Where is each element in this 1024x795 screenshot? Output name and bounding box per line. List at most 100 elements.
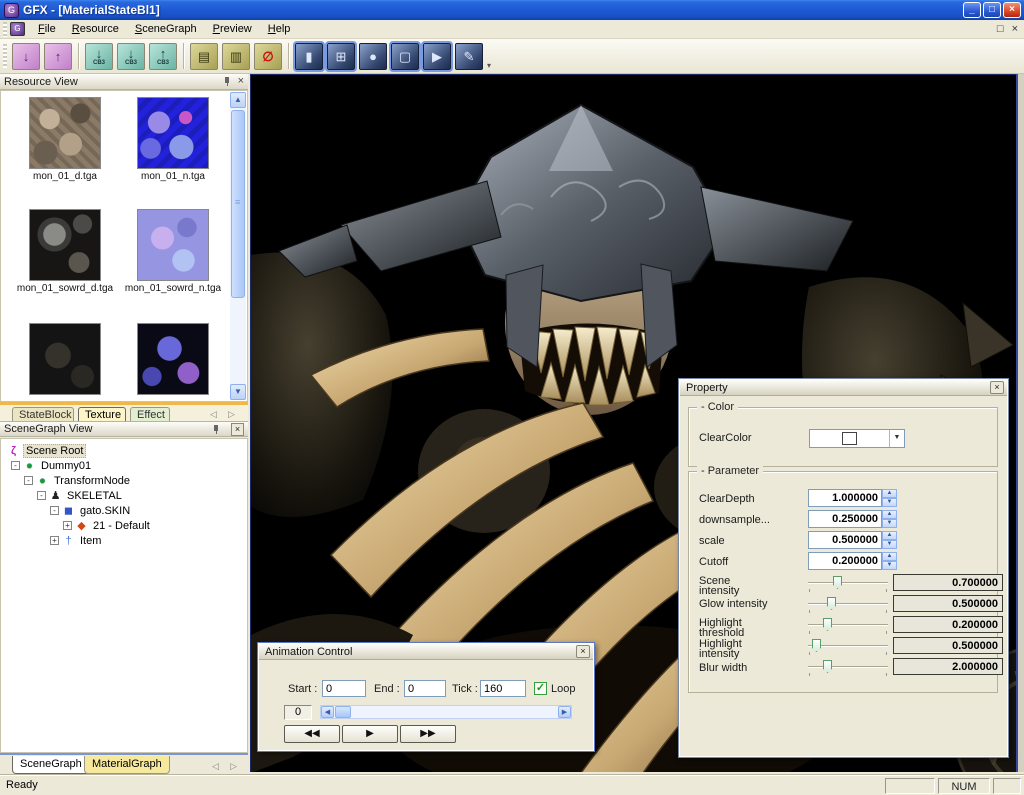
texture-thumbnail[interactable]	[137, 97, 209, 169]
tab-scenegraph[interactable]: SceneGraph	[12, 756, 90, 774]
highlight-threshold-slider[interactable]	[808, 618, 888, 632]
scrollbar-thumb[interactable]	[231, 110, 245, 298]
glow-intensity-slider[interactable]	[808, 597, 888, 611]
export-resource-button[interactable]: ↑	[44, 43, 72, 70]
texture-item[interactable]: mon_01_sowrd_n.tga	[121, 209, 225, 294]
end-input[interactable]: 0	[404, 680, 446, 697]
animation-title-bar[interactable]: Animation Control ×	[259, 644, 593, 660]
timeline-scrollbar[interactable]: ◀ ▶	[320, 705, 572, 719]
mdi-close-button[interactable]: ×	[1012, 23, 1018, 35]
texture-thumbnail[interactable]	[137, 323, 209, 395]
scroll-left-icon[interactable]: ◀	[321, 706, 334, 718]
property-title-bar[interactable]: Property ×	[680, 380, 1007, 396]
texture-item[interactable]	[121, 323, 225, 395]
spin-up-icon[interactable]: ▲	[882, 531, 897, 540]
tree-node-21-default[interactable]: + ◆ 21 - Default	[1, 518, 247, 533]
view-hierarchy-button[interactable]: ⊞	[327, 43, 355, 70]
slider-thumb[interactable]	[833, 576, 842, 589]
view-pen-button[interactable]: ✎	[455, 43, 483, 70]
scenegraph-view-close-button[interactable]: ×	[231, 423, 244, 436]
property-close-button[interactable]: ×	[990, 381, 1004, 394]
collapse-icon[interactable]: -	[24, 476, 33, 485]
texture-item[interactable]: mon_01_n.tga	[121, 97, 225, 182]
resource-doc-button[interactable]: ▤	[190, 43, 218, 70]
spin-down-icon[interactable]: ▼	[882, 519, 897, 528]
animation-close-button[interactable]: ×	[576, 645, 590, 658]
play-button[interactable]: ▶	[342, 725, 398, 743]
texture-thumbnail[interactable]	[29, 97, 101, 169]
expand-icon[interactable]: +	[63, 521, 72, 530]
resource-scrollbar[interactable]: ▲ ▼	[230, 92, 246, 400]
cleardepth-spinner[interactable]: 1.000000 ▲▼	[808, 489, 897, 507]
cb3-open-button[interactable]: ↓CB3	[85, 43, 113, 70]
texture-thumbnail[interactable]	[29, 209, 101, 281]
texture-thumbnail[interactable]	[137, 209, 209, 281]
scroll-right-icon[interactable]: ▶	[558, 706, 571, 718]
tree-node-gato-skin[interactable]: - ◼ gato.SKIN	[1, 503, 247, 518]
scale-spinner[interactable]: 0.500000 ▲▼	[808, 531, 897, 549]
tab-nav-right-icon[interactable]: ▷	[230, 761, 237, 772]
resource-doc-list-button[interactable]: ▥	[222, 43, 250, 70]
collapse-icon[interactable]: -	[11, 461, 20, 470]
scroll-down-icon[interactable]: ▼	[230, 384, 246, 400]
mdi-restore-button[interactable]: □	[997, 23, 1004, 35]
resource-disable-button[interactable]: ∅	[254, 43, 282, 70]
blur-width-slider[interactable]	[808, 660, 888, 674]
fast-forward-button[interactable]: ▶▶	[400, 725, 456, 743]
clearcolor-dropdown[interactable]: ▼	[809, 429, 905, 448]
spin-down-icon[interactable]: ▼	[882, 498, 897, 507]
collapse-icon[interactable]: -	[37, 491, 46, 500]
spin-down-icon[interactable]: ▼	[882, 540, 897, 549]
texture-item[interactable]	[13, 323, 117, 395]
expand-icon[interactable]: +	[50, 536, 59, 545]
timeline-thumb[interactable]	[335, 706, 351, 718]
cb3-save-button[interactable]: ↑CB3	[149, 43, 177, 70]
slider-thumb[interactable]	[823, 660, 832, 673]
spin-up-icon[interactable]: ▲	[882, 489, 897, 498]
tree-node-item[interactable]: + † Item	[1, 533, 247, 548]
restore-button[interactable]: □	[983, 2, 1001, 18]
scene-intensity-slider[interactable]	[808, 576, 888, 590]
tree-node-transformnode[interactable]: - ● TransformNode	[1, 473, 247, 488]
rewind-button[interactable]: ◀◀	[284, 725, 340, 743]
highlight-intensity-slider[interactable]	[808, 639, 888, 653]
tick-input[interactable]: 160	[480, 680, 526, 697]
spin-down-icon[interactable]: ▼	[882, 561, 897, 570]
close-button[interactable]: ×	[1003, 2, 1021, 18]
menu-scenegraph[interactable]: SceneGraph	[127, 21, 205, 37]
scroll-up-icon[interactable]: ▲	[230, 92, 246, 108]
tab-nav-left-icon[interactable]: ◁	[210, 409, 217, 420]
viewport-scroll-strip[interactable]	[1016, 74, 1024, 772]
menu-resource[interactable]: Resource	[64, 21, 127, 37]
minimize-button[interactable]: _	[963, 2, 981, 18]
texture-item[interactable]: mon_01_sowrd_d.tga	[13, 209, 117, 294]
view-plane-button[interactable]: ▢	[391, 43, 419, 70]
texture-item[interactable]: mon_01_d.tga	[13, 97, 117, 182]
resource-view-close-icon[interactable]: ×	[238, 76, 244, 87]
cb3-merge-button[interactable]: ↓CB3	[117, 43, 145, 70]
spin-up-icon[interactable]: ▲	[882, 510, 897, 519]
menu-file[interactable]: File	[30, 21, 64, 37]
tree-node-scene-root[interactable]: ζ Scene Root	[1, 443, 247, 458]
tree-node-dummy01[interactable]: - ● Dummy01	[1, 458, 247, 473]
view-stateblock-button[interactable]: ▮	[295, 43, 323, 70]
menu-help[interactable]: Help	[260, 21, 299, 37]
tab-nav-right-icon[interactable]: ▷	[228, 409, 235, 420]
slider-thumb[interactable]	[827, 597, 836, 610]
pin-icon[interactable]	[223, 76, 232, 87]
menu-preview[interactable]: Preview	[205, 21, 260, 37]
import-resource-button[interactable]: ↓	[12, 43, 40, 70]
pin-icon[interactable]	[212, 424, 221, 435]
view-sphere-button[interactable]: ●	[359, 43, 387, 70]
start-input[interactable]: 0	[322, 680, 366, 697]
collapse-icon[interactable]: -	[50, 506, 59, 515]
texture-thumbnail[interactable]	[29, 323, 101, 395]
spin-up-icon[interactable]: ▲	[882, 552, 897, 561]
tree-node-skeletal[interactable]: - ♟ SKELETAL	[1, 488, 247, 503]
view-play-button[interactable]: ▶	[423, 43, 451, 70]
chevron-down-icon[interactable]: ▼	[889, 430, 904, 447]
toolbar-overflow-button[interactable]: ▾	[487, 61, 491, 73]
slider-thumb[interactable]	[812, 639, 821, 652]
slider-thumb[interactable]	[823, 618, 832, 631]
downsample-spinner[interactable]: 0.250000 ▲▼	[808, 510, 897, 528]
